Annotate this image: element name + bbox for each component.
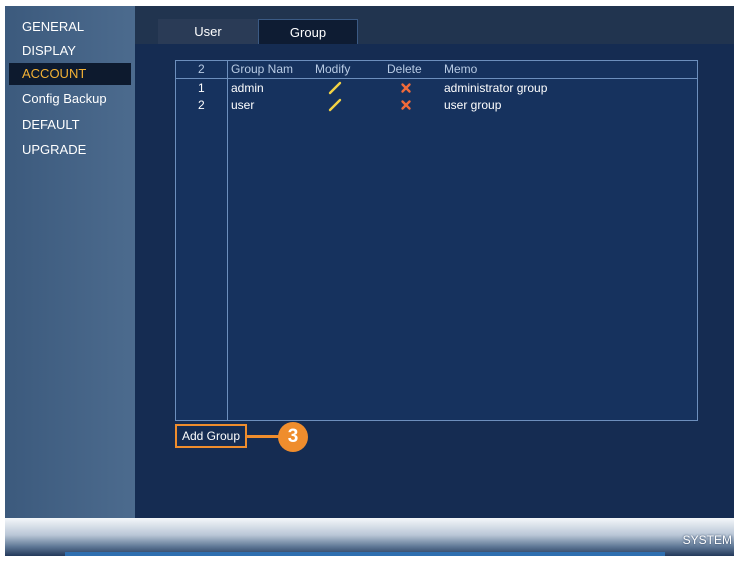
sidebar-item-upgrade[interactable]: UPGRADE — [9, 139, 131, 161]
bottom-strip — [65, 552, 665, 556]
sidebar-item-account[interactable]: ACCOUNT — [9, 63, 131, 85]
tab-bar: User Group — [135, 6, 734, 44]
pencil-icon[interactable] — [328, 81, 342, 95]
header-group-name[interactable]: Group Nam — [231, 61, 293, 77]
row-group-name: user — [231, 98, 255, 112]
header-modify: Modify — [315, 62, 351, 76]
system-label: SYSTEM — [682, 533, 732, 547]
add-group-button[interactable]: Add Group — [175, 424, 247, 448]
sidebar-item-default[interactable]: DEFAULT — [9, 114, 131, 136]
table-row[interactable]: 2 user user group — [176, 97, 697, 113]
table-row[interactable]: 1 admin administrator group — [176, 80, 697, 96]
header-count: 2 — [198, 62, 205, 76]
sidebar-item-config-backup[interactable]: Config Backup — [9, 88, 131, 110]
row-memo: user group — [444, 98, 502, 112]
row-group-name: admin — [231, 81, 264, 95]
tab-group[interactable]: Group — [258, 19, 358, 44]
x-mark-icon[interactable] — [399, 81, 413, 95]
pencil-icon[interactable] — [328, 98, 342, 112]
sidebar: GENERAL DISPLAY ACCOUNT Config Backup DE… — [5, 6, 135, 518]
callout-badge: 3 — [278, 422, 308, 452]
row-index: 2 — [198, 98, 205, 112]
row-index: 1 — [198, 81, 205, 95]
group-table: 2 Group Nam Modify Delete Memo 1 admin a… — [175, 60, 698, 421]
row-memo: administrator group — [444, 81, 548, 95]
main-panel: User Group 2 Group Nam Modify Delete Mem… — [135, 6, 734, 518]
bottom-bar: SYSTEM — [5, 518, 734, 556]
table-header: 2 Group Nam Modify Delete Memo — [176, 61, 697, 79]
header-delete: Delete — [387, 62, 422, 76]
x-mark-icon[interactable] — [399, 98, 413, 112]
sidebar-item-display[interactable]: DISPLAY — [9, 40, 131, 62]
header-memo: Memo — [444, 62, 478, 76]
sidebar-item-general[interactable]: GENERAL — [9, 16, 131, 38]
column-separator — [227, 61, 228, 420]
tab-user[interactable]: User — [158, 19, 258, 44]
app-window: GENERAL DISPLAY ACCOUNT Config Backup DE… — [5, 6, 734, 556]
callout-connector — [247, 435, 281, 438]
